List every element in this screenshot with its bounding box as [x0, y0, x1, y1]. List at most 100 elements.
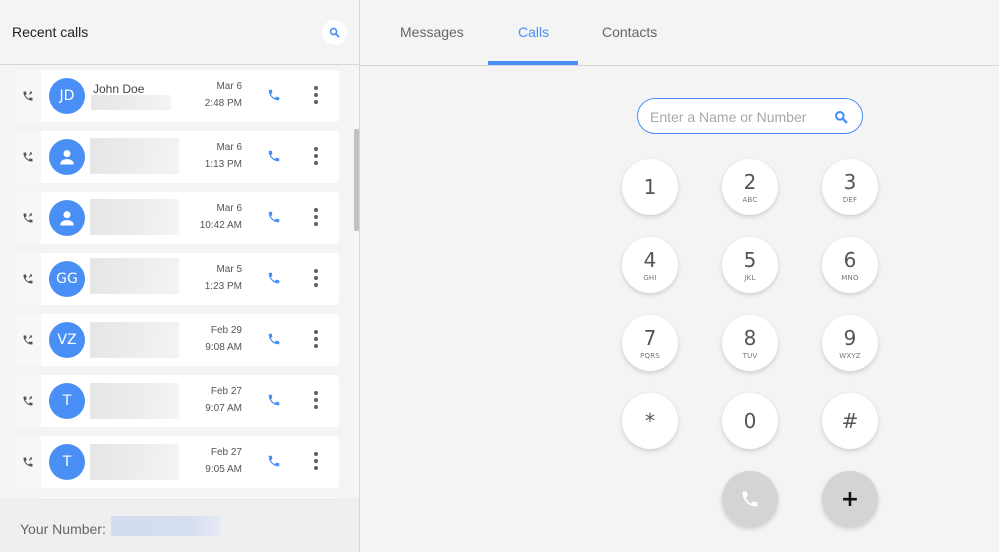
redacted-contact — [90, 199, 179, 235]
call-time: 9:05 AM — [205, 464, 242, 475]
recent-calls-panel: Recent calls JD John Doe Mar 6 2:48 PM M… — [0, 0, 360, 552]
call-direction — [15, 314, 41, 366]
key-digit: 1 — [643, 175, 657, 199]
call-list-item[interactable]: VZ Feb 29 9:08 AM — [15, 314, 339, 366]
key-letters: ABC — [742, 195, 758, 204]
more-options-icon[interactable] — [310, 145, 322, 167]
call-list-item[interactable]: GG Mar 5 1:23 PM — [15, 253, 339, 305]
key-letters: PQRS — [640, 351, 660, 360]
dialer-panel: Messages Calls Contacts 1 2ABC 3DEF 4GHI… — [360, 0, 999, 552]
keypad-key-9[interactable]: 9 WXYZ — [822, 315, 878, 371]
key-digit: 3 — [843, 169, 857, 194]
call-back-phone-icon[interactable] — [267, 271, 281, 285]
avatar-initials: JD — [59, 88, 75, 104]
keypad-key-5[interactable]: 5 JKL — [722, 237, 778, 293]
avatar: T — [49, 444, 85, 480]
your-number-footer: Your Number: — [0, 498, 359, 552]
keypad-key-8[interactable]: 8 TUV — [722, 315, 778, 371]
keypad-key-7[interactable]: 7 PQRS — [622, 315, 678, 371]
call-back-phone-icon[interactable] — [267, 332, 281, 346]
call-date: Feb 29 — [210, 325, 242, 336]
more-options-icon[interactable] — [310, 328, 322, 350]
avatar-initials: VZ — [57, 332, 77, 348]
key-letters: TUV — [742, 351, 758, 360]
avatar: VZ — [49, 322, 85, 358]
call-time: 9:07 AM — [205, 403, 242, 414]
outgoing-call-icon — [23, 91, 33, 101]
more-options-icon[interactable] — [310, 267, 322, 289]
active-tab-indicator — [488, 61, 578, 65]
keypad-key-star[interactable]: * — [622, 393, 678, 449]
person-icon — [60, 150, 74, 165]
plus-icon: + — [840, 486, 860, 512]
tab-messages[interactable]: Messages — [400, 24, 464, 40]
outgoing-call-icon — [23, 274, 33, 284]
call-list-item[interactable]: JD John Doe Mar 6 2:48 PM — [15, 70, 339, 122]
avatar-initials: T — [62, 454, 72, 470]
key-digit: # — [841, 409, 859, 433]
main-tabs: Messages Calls Contacts — [360, 0, 999, 66]
call-back-phone-icon[interactable] — [267, 88, 281, 102]
add-participant-button[interactable]: + — [822, 471, 878, 527]
call-list-item[interactable]: T Feb 27 9:05 AM — [15, 436, 339, 488]
recent-calls-header: Recent calls — [0, 0, 359, 65]
call-time: 1:13 PM — [204, 159, 242, 170]
redacted-contact — [90, 322, 179, 358]
more-options-icon[interactable] — [310, 206, 322, 228]
call-date: Feb 27 — [210, 447, 242, 458]
call-back-phone-icon[interactable] — [267, 393, 281, 407]
keypad-key-1[interactable]: 1 — [622, 159, 678, 215]
more-options-icon[interactable] — [310, 389, 322, 411]
call-date: Feb 27 — [210, 386, 242, 397]
keypad-key-3[interactable]: 3 DEF — [822, 159, 878, 215]
avatar — [49, 200, 85, 236]
call-list-item[interactable]: Mar 6 10:42 AM — [15, 192, 339, 244]
call-time: 10:42 AM — [199, 220, 242, 231]
more-options-icon[interactable] — [310, 84, 322, 106]
tab-calls[interactable]: Calls — [518, 24, 549, 40]
call-back-phone-icon[interactable] — [267, 210, 281, 224]
recent-calls-search-button[interactable] — [322, 20, 347, 45]
key-letters: MNO — [841, 273, 859, 282]
key-digit: 5 — [743, 247, 757, 272]
dialer-search-field[interactable] — [637, 98, 863, 134]
avatar-initials: GG — [56, 271, 78, 287]
call-date: Mar 6 — [216, 203, 242, 214]
keypad-key-4[interactable]: 4 GHI — [622, 237, 678, 293]
name-or-number-input[interactable] — [650, 107, 830, 127]
call-back-phone-icon[interactable] — [267, 149, 281, 163]
outgoing-call-icon — [23, 396, 33, 406]
key-letters: JKL — [744, 273, 756, 282]
keypad-key-hash[interactable]: # — [822, 393, 878, 449]
redacted-contact — [90, 383, 179, 419]
your-number-label: Your Number: — [20, 521, 106, 537]
key-digit: 0 — [743, 409, 757, 433]
avatar: GG — [49, 261, 85, 297]
search-icon[interactable] — [834, 110, 848, 124]
keypad-key-6[interactable]: 6 MNO — [822, 237, 878, 293]
keypad-key-2[interactable]: 2 ABC — [722, 159, 778, 215]
phone-app: Recent calls JD John Doe Mar 6 2:48 PM M… — [0, 0, 999, 552]
call-list-scrollbar[interactable] — [354, 70, 359, 495]
avatar-initials: T — [62, 393, 72, 409]
key-digit: 8 — [743, 325, 757, 350]
call-date: Mar 6 — [216, 81, 242, 92]
more-options-icon[interactable] — [310, 450, 322, 472]
place-call-button[interactable] — [722, 471, 778, 527]
call-direction — [15, 436, 41, 488]
key-letters: GHI — [643, 273, 657, 282]
outgoing-call-icon — [23, 335, 33, 345]
call-list-item[interactable]: Mar 6 1:13 PM — [15, 131, 339, 183]
avatar: T — [49, 383, 85, 419]
call-date: Mar 6 — [216, 142, 242, 153]
outgoing-call-icon — [23, 213, 33, 223]
tab-contacts[interactable]: Contacts — [602, 24, 657, 40]
key-letters: DEF — [842, 195, 858, 204]
keypad-key-0[interactable]: 0 — [722, 393, 778, 449]
call-list-item[interactable]: T Feb 27 9:07 AM — [15, 375, 339, 427]
key-digit: * — [645, 409, 655, 433]
call-back-phone-icon[interactable] — [267, 454, 281, 468]
scrollbar-thumb[interactable] — [354, 129, 359, 231]
redacted-contact — [90, 444, 179, 480]
key-digit: 9 — [843, 325, 857, 350]
